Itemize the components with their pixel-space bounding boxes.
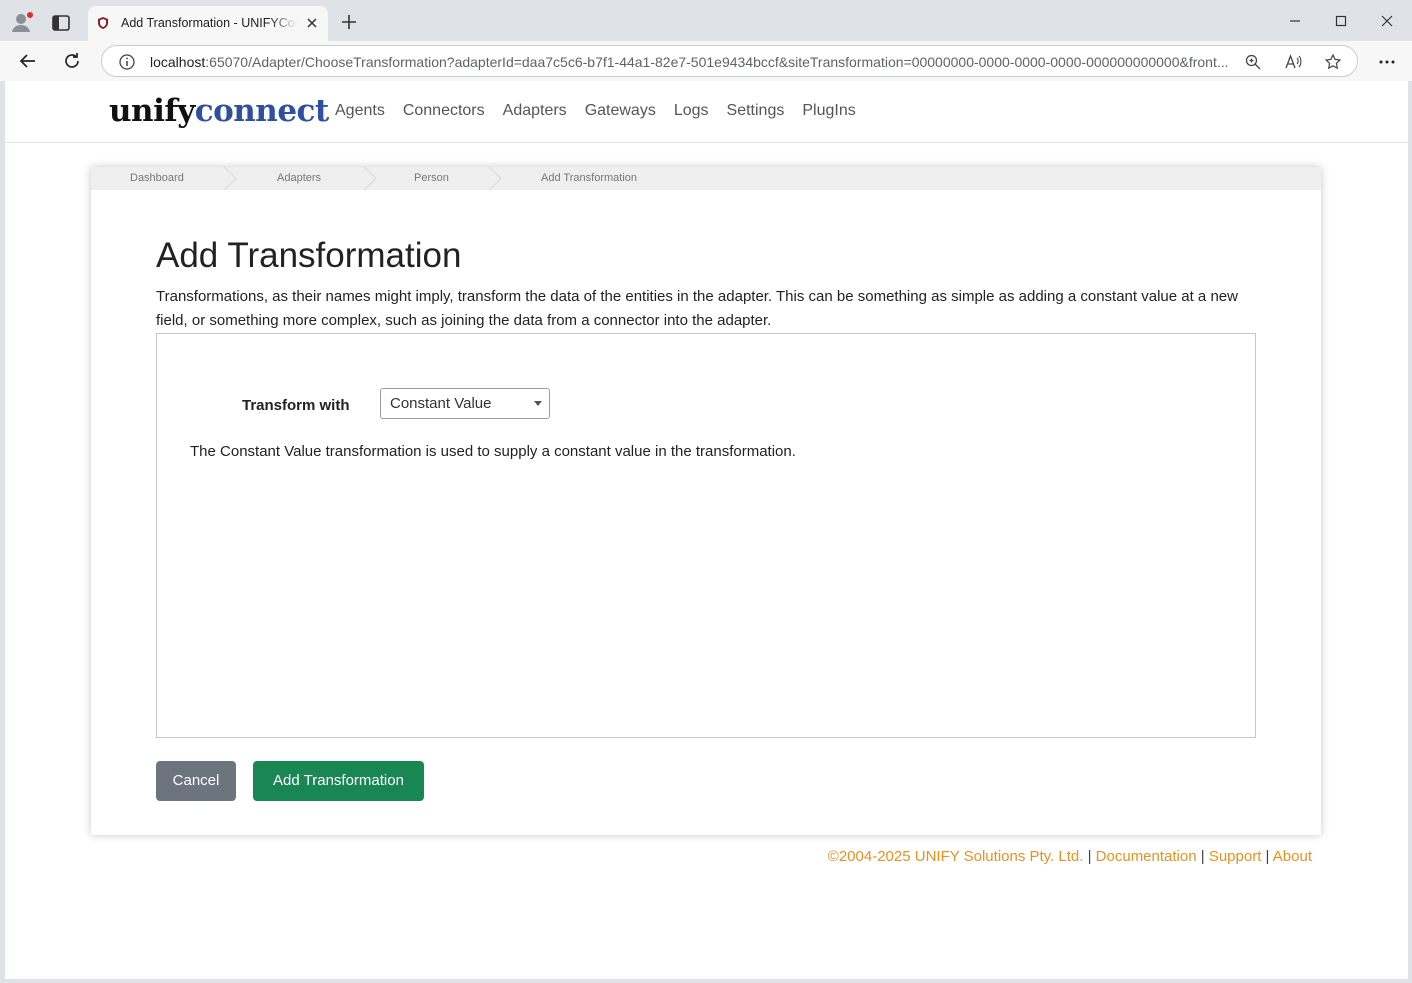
content-card: Dashboard Adapters Person Add Transforma… xyxy=(91,167,1321,835)
footer-separator: | xyxy=(1200,848,1205,865)
web-page: unifyconnect Agents Connectors Adapters … xyxy=(5,81,1408,979)
nav-connectors[interactable]: Connectors xyxy=(403,101,485,121)
site-footer: ©2004-2025 UNIFY Solutions Pty. Ltd. | D… xyxy=(5,847,1312,867)
nav-gateways[interactable]: Gateways xyxy=(585,101,656,121)
maximize-icon[interactable] xyxy=(1334,14,1348,28)
profile-icon[interactable] xyxy=(10,10,34,34)
zoom-icon[interactable] xyxy=(1244,53,1262,71)
chevron-down-icon xyxy=(534,401,542,406)
breadcrumb-dashboard[interactable]: Dashboard xyxy=(130,167,184,190)
about-link[interactable]: About xyxy=(1273,848,1312,865)
nav-settings[interactable]: Settings xyxy=(727,101,785,121)
url-path: :65070/Adapter/ChooseTransformation?adap… xyxy=(205,54,1229,70)
active-tab[interactable]: Add Transformation - UNIFYConnect xyxy=(88,6,328,41)
close-tab-icon[interactable] xyxy=(304,15,320,31)
site-info-icon[interactable] xyxy=(118,53,136,71)
minimize-icon[interactable] xyxy=(1288,14,1302,28)
cancel-button[interactable]: Cancel xyxy=(156,761,236,801)
favorite-star-icon[interactable] xyxy=(1324,53,1342,71)
breadcrumb-person[interactable]: Person xyxy=(414,167,449,190)
site-favicon-icon xyxy=(98,17,108,29)
copyright-text: ©2004-2025 UNIFY Solutions Pty. Ltd. xyxy=(827,848,1084,865)
documentation-link[interactable]: Documentation xyxy=(1096,848,1197,865)
browser-toolbar: localhost:65070/Adapter/ChooseTransforma… xyxy=(0,41,1412,81)
breadcrumb: Dashboard Adapters Person Add Transforma… xyxy=(91,167,1321,190)
nav-adapters[interactable]: Adapters xyxy=(503,101,567,121)
new-tab-icon[interactable] xyxy=(340,13,358,31)
footer-separator: | xyxy=(1087,848,1092,865)
breadcrumb-separator-icon xyxy=(363,167,377,190)
nav-agents[interactable]: Agents xyxy=(335,101,385,121)
read-aloud-icon[interactable] xyxy=(1284,53,1302,71)
breadcrumb-separator-icon xyxy=(488,167,502,190)
transform-with-label: Transform with xyxy=(242,397,350,414)
nav-plugins[interactable]: PlugIns xyxy=(802,101,855,121)
transform-type-value: Constant Value xyxy=(390,395,492,412)
breadcrumb-separator-icon xyxy=(223,167,237,190)
unifyconnect-logo[interactable]: unifyconnect xyxy=(109,91,329,131)
tab-title: Add Transformation - UNIFYConnect xyxy=(121,16,297,30)
transform-type-select[interactable]: Constant Value xyxy=(380,388,550,419)
add-transformation-button[interactable]: Add Transformation xyxy=(253,761,424,801)
window-close-icon[interactable] xyxy=(1380,14,1394,28)
reload-icon[interactable] xyxy=(62,51,82,71)
more-options-icon[interactable] xyxy=(1377,52,1397,72)
breadcrumb-add-transformation: Add Transformation xyxy=(541,172,637,184)
site-navbar: unifyconnect Agents Connectors Adapters … xyxy=(5,81,1408,143)
intro-text: Transformations, as their names might im… xyxy=(156,288,1238,329)
tab-actions-icon[interactable] xyxy=(50,12,72,34)
nav-logs[interactable]: Logs xyxy=(674,101,709,121)
support-link[interactable]: Support xyxy=(1209,848,1262,865)
browser-tab-bar: Add Transformation - UNIFYConnect xyxy=(0,0,1412,41)
transformation-panel: Transform with Constant Value The Consta… xyxy=(156,333,1256,738)
breadcrumb-adapters[interactable]: Adapters xyxy=(277,167,321,190)
address-bar[interactable]: localhost:65070/Adapter/ChooseTransforma… xyxy=(101,45,1358,77)
url-host: localhost xyxy=(150,54,206,70)
footer-separator: | xyxy=(1265,848,1270,865)
page-title: Add Transformation xyxy=(156,236,462,275)
back-arrow-icon[interactable] xyxy=(18,51,38,71)
main-menu: Agents Connectors Adapters Gateways Logs… xyxy=(335,101,856,121)
transformation-description: The Constant Value transformation is use… xyxy=(190,443,796,460)
url-text[interactable]: localhost:65070/Adapter/ChooseTransforma… xyxy=(150,54,1230,70)
